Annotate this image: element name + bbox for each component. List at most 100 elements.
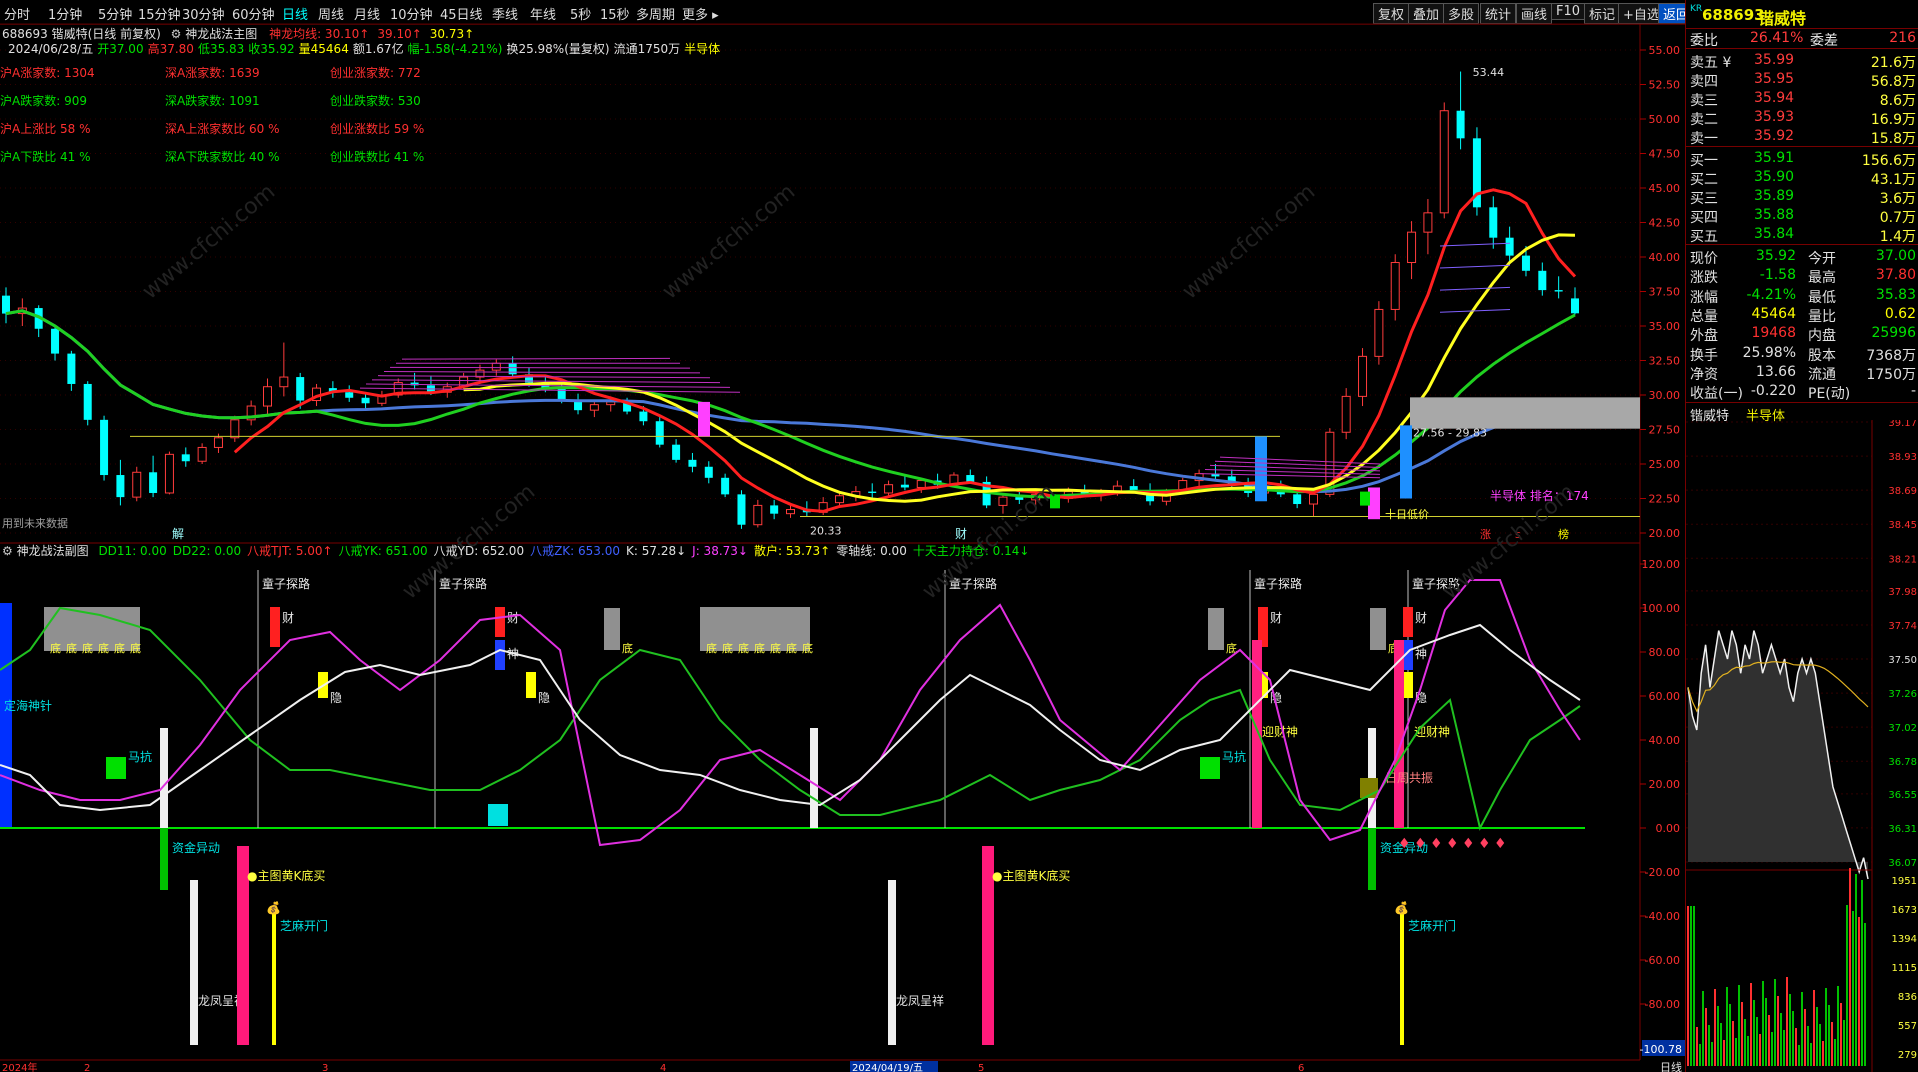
di-label: 底 xyxy=(738,641,749,655)
y-tick-label: 22.50 xyxy=(1649,493,1681,506)
candle xyxy=(1358,348,1368,407)
candle xyxy=(655,417,664,448)
yin-label: 隐 xyxy=(330,691,342,705)
settings-icon[interactable]: ⚙ xyxy=(171,27,182,41)
quote-row: 现价 35.92 今开 37.00 xyxy=(1690,248,1916,267)
dinghai-label: 定海神针 xyxy=(4,698,52,713)
quote-label: 现价 xyxy=(1690,251,1718,267)
vol-tick: 279 xyxy=(1898,1050,1917,1061)
cyan-square xyxy=(488,804,508,826)
signal-block xyxy=(698,401,710,437)
ma-red-line xyxy=(233,188,1577,513)
bid-row: 买二 35.90 43.1万 xyxy=(1690,169,1916,188)
candle xyxy=(1439,102,1449,219)
indicator-value: J: 38.73↓ xyxy=(692,544,748,558)
vol-tick: 1394 xyxy=(1892,934,1917,945)
candle-body xyxy=(491,362,501,371)
ohlc-value: 幅-1.58(-4.21%) xyxy=(407,42,503,56)
quote-label: 外盘 xyxy=(1690,328,1718,345)
range-box-label: 27.56 - 29.83 xyxy=(1413,426,1487,439)
ribai-label: 日周共振 xyxy=(1385,771,1433,785)
candle xyxy=(1407,221,1417,280)
candle-body xyxy=(1521,255,1530,271)
candle xyxy=(2,287,10,324)
diamond-icon: ♦ xyxy=(1462,836,1475,852)
indicator-name[interactable]: 神龙战法主图 xyxy=(185,27,257,41)
mini-tick: 38.69 xyxy=(1888,486,1917,497)
candle xyxy=(1571,287,1579,315)
candle xyxy=(1341,388,1351,440)
candle xyxy=(67,350,76,391)
separator xyxy=(1686,48,1918,49)
candle-body xyxy=(688,459,697,467)
di-label: 底 xyxy=(770,641,781,655)
ask-price: 35.99 xyxy=(1754,52,1795,68)
watermark: www.cfchi.com xyxy=(658,179,800,304)
x-axis-label: 2 xyxy=(84,1063,90,1072)
sub-values: DD11: 0.00 DD22: 0.00 八戒TJT: 5.00↑ 八戒YK: 65… xyxy=(92,544,1029,558)
candle-body xyxy=(835,495,845,504)
ohlc-value: 收35.92 xyxy=(248,42,295,56)
y-tick-label: 47.50 xyxy=(1649,148,1681,161)
bid-volume: 43.1万 xyxy=(1870,172,1916,188)
ask-price: 35.94 xyxy=(1754,90,1795,106)
bottom-value: -100.78 xyxy=(1640,1043,1682,1056)
ask-volume: 16.9万 xyxy=(1870,112,1916,128)
ask-label: 卖五 ¥ xyxy=(1690,55,1732,71)
y-tick-label: 100.00 xyxy=(1642,602,1681,615)
intraday-chart: 39.17 38.93 38.69 38.45 38.21 37.98 37.74 37.50… xyxy=(1686,420,1917,1072)
candle-body xyxy=(51,328,60,354)
candle xyxy=(1554,276,1563,299)
ohlc-value: 2024/06/28/五 xyxy=(8,42,94,56)
y-tick-label: 35.00 xyxy=(1649,320,1681,333)
watermark: www.cfchi.com xyxy=(1178,179,1320,304)
mini-tick: 38.45 xyxy=(1888,520,1917,531)
di-label: 底 xyxy=(622,641,633,655)
quote-row: 涨幅 -4.21% 最低 35.83 xyxy=(1690,287,1916,306)
y-tick-label: 32.50 xyxy=(1649,355,1681,368)
signal-square xyxy=(1360,491,1370,506)
mini-tick: 37.50 xyxy=(1888,655,1917,666)
quote-label: 股本 xyxy=(1808,347,1836,364)
candle xyxy=(721,473,730,498)
longfeng-bar xyxy=(888,880,896,1045)
weibi-row: 委比 26.41% 委差 216 xyxy=(1690,30,1916,49)
di-label: 底 xyxy=(802,641,813,655)
quote-label: PE(动) xyxy=(1808,386,1851,403)
stock-header: KR 688693 锴威特 xyxy=(1686,0,1918,29)
market-stat: 深A涨家数: 1639 xyxy=(165,66,260,80)
mini-tick: 36.31 xyxy=(1888,824,1917,835)
ma-value: 39.10↑ xyxy=(377,27,422,41)
market-stat: 深A下跌家数比 40 % xyxy=(165,150,280,164)
candle xyxy=(132,466,142,502)
bid-row: 买一 35.91 156.6万 xyxy=(1690,150,1916,169)
yin-bar xyxy=(526,672,536,698)
candle-body xyxy=(721,477,730,495)
candle xyxy=(574,393,583,415)
marker-label: 财 xyxy=(955,527,967,541)
candle-body xyxy=(884,484,894,494)
settings-icon[interactable]: ⚙ xyxy=(2,544,13,558)
candle xyxy=(377,390,387,407)
zijin-label: 资金异动 xyxy=(172,840,220,855)
indicator-value: 散户: 53.73↑ xyxy=(753,544,831,558)
shen-bar xyxy=(495,640,505,670)
y-tick-label: 45.00 xyxy=(1649,182,1681,195)
candle xyxy=(770,499,779,520)
bid-price: 35.90 xyxy=(1754,169,1795,185)
bid-volume: 0.7万 xyxy=(1879,210,1916,226)
candle-body xyxy=(1309,493,1318,505)
candle-body xyxy=(1538,270,1547,291)
candle-body xyxy=(1293,494,1302,505)
quote-value: 25996 xyxy=(1871,325,1916,342)
resistance-line xyxy=(1439,264,1511,269)
bid-label: 买一 xyxy=(1690,153,1718,169)
candle xyxy=(181,447,190,467)
candle xyxy=(1505,226,1514,263)
sub-indicator-name[interactable]: 神龙战法副图 xyxy=(17,544,89,558)
future-note: 用到未来数据 xyxy=(2,516,68,530)
candle xyxy=(51,324,60,361)
di-label: 底 xyxy=(82,641,93,655)
cai-bar xyxy=(495,607,505,637)
quote-value: - xyxy=(1910,383,1916,400)
